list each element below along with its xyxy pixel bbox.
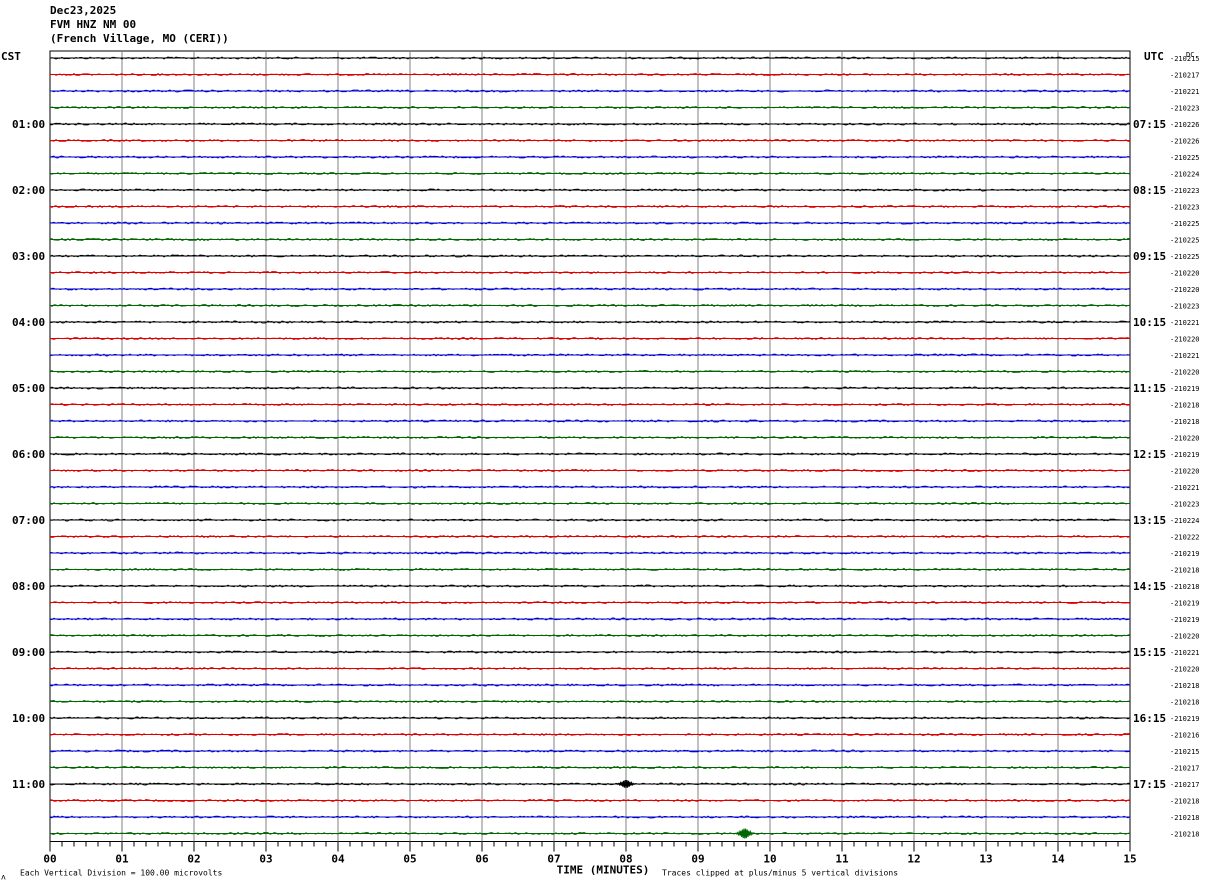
- utc-hour-label: 13:15: [1133, 514, 1166, 527]
- dc-offset-label: -210220: [1170, 468, 1200, 476]
- x-tick-label: 04: [331, 853, 345, 866]
- dc-offset-label: -210218: [1170, 418, 1200, 426]
- seismic-trace: [49, 254, 1131, 258]
- dc-offset-label: -210219: [1170, 616, 1200, 624]
- dc-offset-label: -210218: [1170, 583, 1200, 591]
- dc-offset-label: -210225: [1170, 154, 1200, 162]
- utc-hour-label: 17:15: [1133, 778, 1166, 791]
- x-tick-label: 10: [763, 853, 776, 866]
- dc-offset-label: -210218: [1170, 798, 1200, 806]
- x-tick-label: 03: [259, 853, 272, 866]
- dc-offset-label: -210219: [1170, 600, 1200, 608]
- utc-hour-label: 10:15: [1133, 316, 1166, 329]
- plot-frame: [49, 50, 1131, 842]
- x-tick-label: 01: [115, 853, 129, 866]
- dc-offset-label: -210221: [1170, 352, 1200, 360]
- utc-hour-label: 08:15: [1133, 184, 1166, 197]
- vertical-division-note: Each Vertical Division = 100.00 microvol…: [20, 869, 222, 878]
- dc-offset-label: -210226: [1170, 138, 1200, 146]
- dc-offset-label: -210215: [1170, 55, 1200, 63]
- cst-hour-label: 09:00: [12, 646, 45, 659]
- x-tick-label: 02: [187, 853, 200, 866]
- x-tick-label: 05: [403, 853, 416, 866]
- cst-hour-label: 11:00: [12, 778, 45, 791]
- x-tick-label: 09: [691, 853, 704, 866]
- dc-offset-label: -210225: [1170, 220, 1200, 228]
- dc-offset-label: -210219: [1170, 385, 1200, 393]
- x-tick-label: 06: [475, 853, 489, 866]
- dc-offset-label: -210221: [1170, 649, 1200, 657]
- dc-offset-label: -210219: [1170, 550, 1200, 558]
- utc-hour-label: 09:15: [1133, 250, 1166, 263]
- x-tick-label: 14: [1051, 853, 1065, 866]
- dc-offset-label: -210220: [1170, 336, 1200, 344]
- dc-offset-label: -210225: [1170, 253, 1200, 261]
- utc-hour-label: 11:15: [1133, 382, 1166, 395]
- dc-offset-label: -210219: [1170, 451, 1200, 459]
- dc-offset-label: -210223: [1170, 204, 1200, 212]
- utc-hour-label: 12:15: [1133, 448, 1166, 461]
- cst-hour-label: 04:00: [12, 316, 45, 329]
- cst-hour-label: 03:00: [12, 250, 45, 263]
- seismic-event: [734, 828, 755, 839]
- utc-hour-label: 15:15: [1133, 646, 1166, 659]
- cst-hour-label: 01:00: [12, 118, 45, 131]
- dc-offset-label: -210217: [1170, 72, 1200, 80]
- dc-offset-label: -210221: [1170, 88, 1200, 96]
- x-axis-title: TIME (MINUTES): [557, 864, 650, 877]
- x-tick-label: 12: [907, 853, 920, 866]
- clipping-note: Traces clipped at plus/minus 5 vertical …: [662, 869, 898, 878]
- dc-offset-label: -210220: [1170, 633, 1200, 641]
- dc-offset-label: -210220: [1170, 270, 1200, 278]
- dc-offset-label: -210218: [1170, 402, 1200, 410]
- x-tick-label: 13: [979, 853, 992, 866]
- cst-hour-label: 05:00: [12, 382, 45, 395]
- dc-offset-label: -210220: [1170, 286, 1200, 294]
- cst-hour-label: 07:00: [12, 514, 45, 527]
- dc-offset-label: -210218: [1170, 682, 1200, 690]
- dc-offset-label: -210217: [1170, 765, 1200, 773]
- seismic-trace: [49, 72, 1131, 77]
- dc-offset-label: -210220: [1170, 666, 1200, 674]
- dc-offset-label: -210224: [1170, 171, 1200, 179]
- utc-hour-label: 16:15: [1133, 712, 1166, 725]
- label-group: CST UTC DC01:00 07:1502:00 08:1503:00 09:1504…: [1, 50, 1200, 882]
- dc-offset-label: -210215: [1170, 748, 1200, 756]
- dc-offset-label: -210218: [1170, 699, 1200, 707]
- cst-hour-label: 06:00: [12, 448, 45, 461]
- dc-offset-label: -210218: [1170, 814, 1200, 822]
- x-tick-label: 15: [1123, 853, 1136, 866]
- utc-hour-label: 14:15: [1133, 580, 1166, 593]
- cst-hour-label: 02:00: [12, 184, 45, 197]
- dc-offset-label: -210221: [1170, 319, 1200, 327]
- cst-hour-label: 10:00: [12, 712, 45, 725]
- corner-mark: ᴧ: [1, 873, 6, 882]
- utc-hour-label: 07:15: [1133, 118, 1166, 131]
- dc-offset-label: -210223: [1170, 105, 1200, 113]
- cst-hour-label: 08:00: [12, 580, 45, 593]
- dc-offset-label: -210216: [1170, 732, 1200, 740]
- dc-offset-label: -210220: [1170, 435, 1200, 443]
- dc-offset-label: -210226: [1170, 121, 1200, 129]
- dc-offset-label: -210221: [1170, 484, 1200, 492]
- seismogram-plot: CST UTC DC01:00 07:1502:00 08:1503:00 09:1504…: [1, 50, 1200, 882]
- cst-axis-label: CST: [1, 50, 21, 63]
- x-tick-label: 00: [43, 853, 56, 866]
- dc-offset-label: -210219: [1170, 715, 1200, 723]
- dc-offset-label: -210220: [1170, 369, 1200, 377]
- plot-grid: [49, 50, 1131, 852]
- trace-group: [49, 56, 1131, 839]
- seismic-trace: [49, 534, 1131, 539]
- dc-offset-label: -210224: [1170, 517, 1200, 525]
- dc-offset-label: -210217: [1170, 781, 1200, 789]
- dc-offset-label: -210223: [1170, 187, 1200, 195]
- dc-offset-label: -210222: [1170, 534, 1200, 542]
- dc-offset-label: -210225: [1170, 237, 1200, 245]
- dc-offset-label: -210223: [1170, 303, 1200, 311]
- dc-offset-label: -210218: [1170, 567, 1200, 575]
- utc-axis-label: UTC: [1144, 50, 1164, 63]
- dc-offset-label: -210223: [1170, 501, 1200, 509]
- x-tick-label: 11: [835, 853, 849, 866]
- dc-offset-label: -210218: [1170, 831, 1200, 839]
